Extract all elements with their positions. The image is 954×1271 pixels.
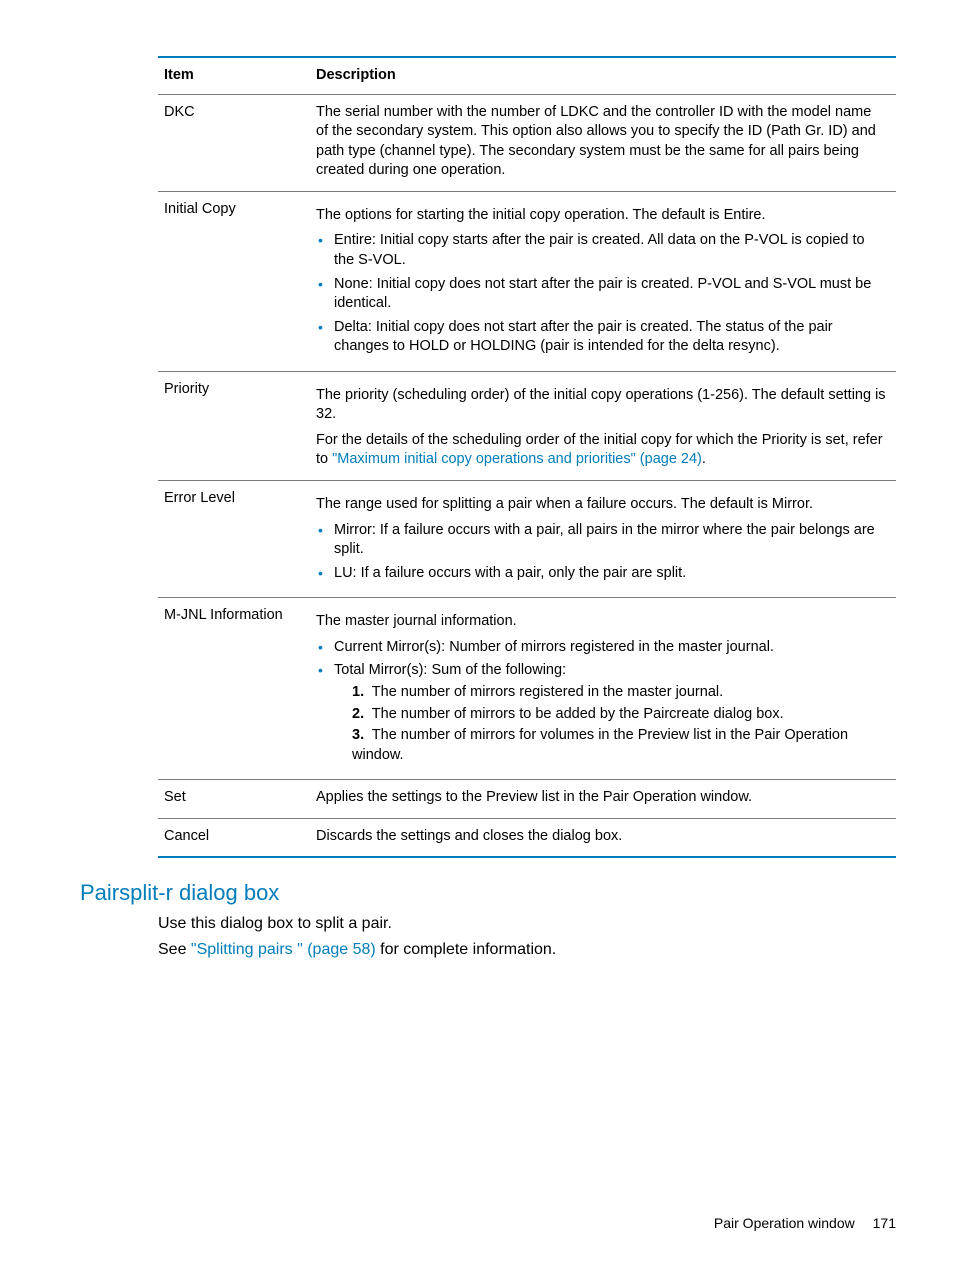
priority-line2: For the details of the scheduling order … — [316, 431, 886, 470]
table-header-row: Item Description — [158, 57, 896, 94]
row-error-level: Error Level The range used for splitting… — [158, 481, 896, 598]
items-table: Item Description DKC The serial number w… — [158, 56, 896, 858]
header-item: Item — [158, 57, 310, 94]
cell-item: M-JNL Information — [158, 598, 310, 780]
cell-desc: The serial number with the number of LDK… — [310, 94, 896, 191]
bullet-item: Entire: Initial copy starts after the pa… — [330, 231, 886, 270]
cell-desc: The range used for splitting a pair when… — [310, 481, 896, 598]
num-item: 3. The number of mirrors for volumes in … — [352, 726, 886, 765]
intro-text: The range used for splitting a pair when… — [316, 495, 886, 515]
bullet-item: LU: If a failure occurs with a pair, onl… — [330, 564, 886, 584]
row-priority: Priority The priority (scheduling order)… — [158, 371, 896, 480]
cell-desc: The options for starting the initial cop… — [310, 191, 896, 371]
page-footer: Pair Operation window 171 — [714, 1215, 896, 1231]
header-description: Description — [310, 57, 896, 94]
bullet-list: Entire: Initial copy starts after the pa… — [316, 231, 886, 356]
row-mjnl-information: M-JNL Information The master journal inf… — [158, 598, 896, 780]
text: . — [702, 451, 706, 467]
cell-desc: The priority (scheduling order) of the i… — [310, 371, 896, 480]
row-initial-copy: Initial Copy The options for starting th… — [158, 191, 896, 371]
numbered-list: 1. The number of mirrors registered in t… — [334, 683, 886, 765]
footer-section: Pair Operation window — [714, 1215, 855, 1231]
cell-item: DKC — [158, 94, 310, 191]
section-intro: Use this dialog box to split a pair. See… — [158, 912, 896, 960]
bullet-item: None: Initial copy does not start after … — [330, 275, 886, 314]
footer-page-number: 171 — [873, 1215, 896, 1231]
bullet-list: Current Mirror(s): Number of mirrors reg… — [316, 638, 886, 765]
text: Total Mirror(s): Sum of the following: — [334, 662, 566, 678]
cell-desc: Discards the settings and closes the dia… — [310, 818, 896, 857]
cell-desc: The master journal information. Current … — [310, 598, 896, 780]
cell-desc: Applies the settings to the Preview list… — [310, 780, 896, 819]
text: The number of mirrors to be added by the… — [372, 706, 784, 722]
num-item: 2. The number of mirrors to be added by … — [352, 705, 886, 725]
row-cancel: Cancel Discards the settings and closes … — [158, 818, 896, 857]
cell-item: Set — [158, 780, 310, 819]
cell-item: Priority — [158, 371, 310, 480]
intro-text: The master journal information. — [316, 612, 886, 632]
intro-line2: See "Splitting pairs " (page 58) for com… — [158, 938, 896, 961]
bullet-item: Mirror: If a failure occurs with a pair,… — [330, 521, 886, 560]
num-item: 1. The number of mirrors registered in t… — [352, 683, 886, 703]
priority-line1: The priority (scheduling order) of the i… — [316, 386, 886, 425]
bullet-item: Delta: Initial copy does not start after… — [330, 318, 886, 357]
cell-item: Initial Copy — [158, 191, 310, 371]
text: See — [158, 941, 191, 958]
num-label: 2. — [352, 705, 368, 725]
text: The number of mirrors registered in the … — [372, 684, 723, 700]
intro-text: The options for starting the initial cop… — [316, 206, 886, 226]
row-set: Set Applies the settings to the Preview … — [158, 780, 896, 819]
bullet-item: Total Mirror(s): Sum of the following: 1… — [330, 661, 886, 765]
num-label: 3. — [352, 726, 368, 746]
num-label: 1. — [352, 683, 368, 703]
section-heading-pairsplit-r: Pairsplit-r dialog box — [80, 880, 896, 906]
link-max-initial-copy[interactable]: "Maximum initial copy operations and pri… — [332, 451, 702, 467]
bullet-list: Mirror: If a failure occurs with a pair,… — [316, 521, 886, 584]
text: The number of mirrors for volumes in the… — [352, 727, 848, 763]
cell-item: Error Level — [158, 481, 310, 598]
link-splitting-pairs[interactable]: "Splitting pairs " (page 58) — [191, 941, 376, 958]
bullet-item: Current Mirror(s): Number of mirrors reg… — [330, 638, 886, 658]
cell-item: Cancel — [158, 818, 310, 857]
row-dkc: DKC The serial number with the number of… — [158, 94, 896, 191]
intro-line1: Use this dialog box to split a pair. — [158, 912, 896, 935]
text: for complete information. — [376, 941, 557, 958]
